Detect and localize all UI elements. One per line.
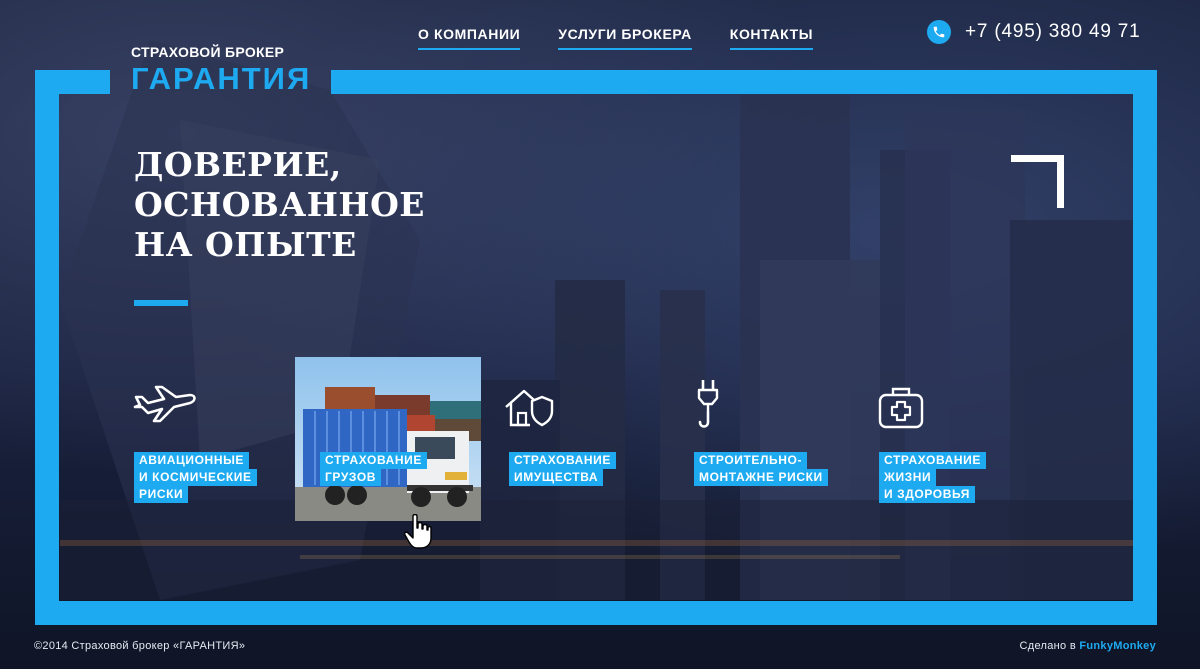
hero-underline	[134, 300, 188, 306]
service-label-line: СТРАХОВАНИЕ	[879, 452, 986, 469]
corner-accent	[1011, 155, 1064, 208]
logo-subtitle: СТРАХОВОЙ БРОКЕР	[131, 44, 285, 60]
service-label-line: ЖИЗНИ	[879, 469, 937, 486]
hero-line: ДОВЕРИЕ,	[134, 145, 342, 184]
nav-item-contacts[interactable]: КОНТАКТЫ	[729, 26, 814, 50]
service-health[interactable]: СТРАХОВАНИЕ ЖИЗНИ И ЗДОРОВЬЯ	[875, 385, 995, 510]
service-label: СТРАХОВАНИЕ ГРУЗОВ	[320, 452, 427, 486]
house-shield-icon	[505, 389, 554, 427]
crane-hook-icon	[697, 380, 719, 428]
service-label-line: МОНТАЖНЕ РИСКИ	[694, 469, 828, 486]
hand-cursor-icon	[404, 514, 432, 549]
frame-right	[1133, 70, 1157, 625]
service-label: СТРОИТЕЛЬНО- МОНТАЖНЕ РИСКИ	[694, 452, 828, 486]
logo-title: ГАРАНТИЯ	[131, 61, 312, 96]
footer-copyright: ©2014 Страховой брокер «ГАРАНТИЯ»	[34, 640, 246, 652]
frame-left	[35, 70, 59, 625]
phone-contact[interactable]: +7 (495) 380 49 71	[927, 20, 1141, 44]
service-label-line: СТРАХОВАНИЕ	[320, 452, 427, 469]
main-nav: О КОМПАНИИ УСЛУГИ БРОКЕРА КОНТАКТЫ	[418, 26, 851, 50]
logo[interactable]: СТРАХОВОЙ БРОКЕР ГАРАНТИЯ	[131, 44, 321, 94]
phone-icon	[927, 20, 951, 44]
service-construction[interactable]: СТРОИТЕЛЬНО- МОНТАЖНЕ РИСКИ	[690, 378, 840, 498]
nav-item-services[interactable]: УСЛУГИ БРОКЕРА	[558, 26, 692, 50]
service-label-line: И КОСМИЧЕСКИЕ	[134, 469, 257, 486]
service-label: СТРАХОВАНИЕ ИМУЩЕСТВА	[509, 452, 616, 486]
frame-bottom	[35, 601, 1157, 625]
service-aviation[interactable]: АВИАЦИОННЫЕ И КОСМИЧЕСКИЕ РИСКИ	[130, 385, 270, 510]
service-label-line: ИМУЩЕСТВА	[509, 469, 604, 486]
service-label-line: И ЗДОРОВЬЯ	[879, 486, 975, 503]
nav-item-about[interactable]: О КОМПАНИИ	[418, 26, 521, 50]
service-label-line: СТРОИТЕЛЬНО-	[694, 452, 808, 469]
service-label-line: СТРАХОВАНИЕ	[509, 452, 616, 469]
service-label-line: ГРУЗОВ	[320, 469, 382, 486]
phone-number: +7 (495) 380 49 71	[965, 21, 1141, 42]
hero-line: НА ОПЫТЕ	[134, 225, 357, 264]
medical-kit-icon	[878, 387, 924, 429]
hero-title: ДОВЕРИЕ, ОСНОВАННОЕ НА ОПЫТЕ	[134, 145, 454, 265]
cargo-truck-photo[interactable]: СТРАХОВАНИЕ ГРУЗОВ	[295, 357, 481, 521]
service-property[interactable]: СТРАХОВАНИЕ ИМУЩЕСТВА	[505, 385, 625, 495]
service-label-line: РИСКИ	[134, 486, 189, 503]
footer-credit-prefix: Сделано в	[1019, 640, 1076, 652]
service-label: СТРАХОВАНИЕ ЖИЗНИ И ЗДОРОВЬЯ	[879, 452, 986, 503]
hero-line: ОСНОВАННОЕ	[134, 185, 425, 224]
frame-top-right	[331, 70, 1157, 94]
footer-credit: Сделано в FunkyMonkey	[1020, 640, 1156, 652]
service-label: АВИАЦИОННЫЕ И КОСМИЧЕСКИЕ РИСКИ	[134, 452, 257, 503]
service-label-line: АВИАЦИОННЫЕ	[134, 452, 250, 469]
footer-credit-brand-link[interactable]: FunkyMonkey	[1079, 640, 1156, 652]
airplane-icon	[133, 385, 196, 423]
background-cityscape	[0, 0, 1200, 669]
